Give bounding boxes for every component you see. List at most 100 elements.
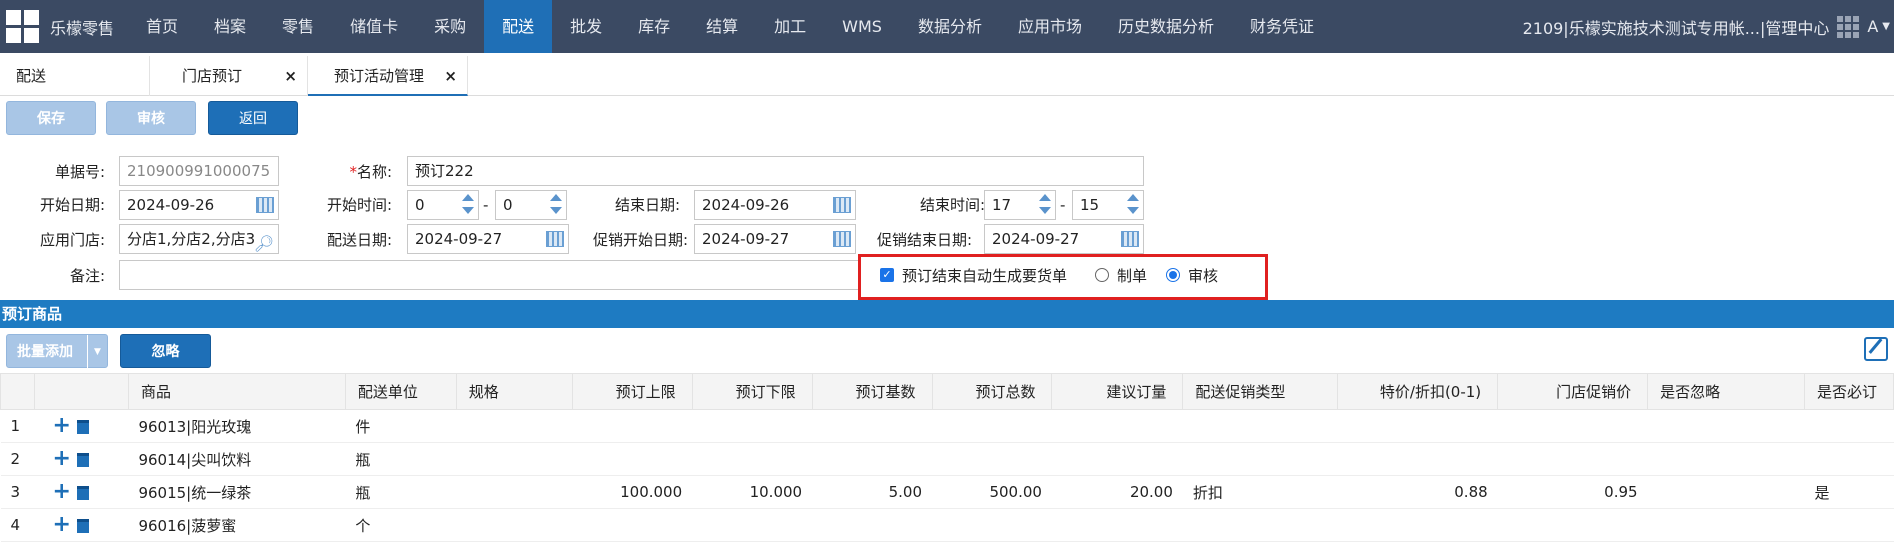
- spinner-icon[interactable]: [462, 194, 474, 216]
- promo-type-cell[interactable]: [1182, 508, 1338, 542]
- product-cell[interactable]: 96015|统一绿茶: [128, 475, 346, 509]
- radio-make[interactable]: 制单: [1095, 265, 1147, 285]
- add-row-icon[interactable]: +: [52, 512, 70, 537]
- nav-item-finance-voucher[interactable]: 财务凭证: [1232, 0, 1332, 53]
- promo-type-cell[interactable]: [1182, 442, 1338, 476]
- column-header-price[interactable]: 特价/折扣(0-1): [1337, 373, 1499, 410]
- suggest-cell[interactable]: [1051, 508, 1183, 542]
- product-cell[interactable]: 96013|阳光玫瑰: [128, 409, 346, 443]
- tab-delivery[interactable]: 配送: [0, 56, 150, 96]
- suggest-cell[interactable]: [1051, 409, 1183, 443]
- column-header[interactable]: [0, 373, 35, 410]
- delete-row-icon[interactable]: [76, 519, 89, 533]
- checkbox-checked-icon[interactable]: ✓: [880, 268, 894, 282]
- add-row-icon[interactable]: +: [52, 413, 70, 438]
- close-icon[interactable]: ×: [444, 56, 457, 96]
- column-header-required[interactable]: 是否必订: [1803, 373, 1894, 410]
- remark-input[interactable]: [119, 260, 859, 290]
- delete-row-icon[interactable]: [76, 420, 89, 434]
- column-header-spec[interactable]: 规格: [455, 373, 573, 410]
- nav-item-app-market[interactable]: 应用市场: [1000, 0, 1100, 53]
- stores-input[interactable]: 分店1,分店2,分店3 🔎︎: [119, 224, 279, 254]
- promo-type-cell[interactable]: 折扣: [1182, 475, 1338, 509]
- edit-icon[interactable]: [1864, 337, 1888, 361]
- spec-cell[interactable]: [456, 442, 573, 476]
- column-header-promo-type[interactable]: 配送促销类型: [1182, 373, 1339, 410]
- store-price-cell[interactable]: [1497, 508, 1648, 542]
- spec-cell[interactable]: [456, 475, 573, 509]
- column-header-product[interactable]: 商品: [127, 373, 346, 410]
- nav-item-wholesale[interactable]: 批发: [552, 0, 620, 53]
- base-cell[interactable]: [812, 409, 933, 443]
- ignored-cell[interactable]: [1647, 475, 1805, 509]
- nav-item-settlement[interactable]: 结算: [688, 0, 756, 53]
- audit-button[interactable]: 审核: [106, 101, 196, 135]
- price-cell[interactable]: 0.88: [1337, 475, 1498, 509]
- column-header-suggest[interactable]: 建议订量: [1051, 373, 1184, 410]
- save-button[interactable]: 保存: [6, 101, 96, 135]
- column-header-min[interactable]: 预订下限: [691, 373, 813, 410]
- end-date-input[interactable]: 2024-09-26: [694, 190, 856, 220]
- table-row[interactable]: 1 + 96013|阳光玫瑰 件: [0, 409, 1894, 443]
- min-cell[interactable]: [692, 409, 813, 443]
- delete-row-icon[interactable]: [76, 486, 89, 500]
- end-hour-input[interactable]: 17: [984, 190, 1056, 220]
- account-info[interactable]: 2109|乐檬实施技术测试专用帐...|管理中心: [1523, 15, 1830, 39]
- auto-generate-checkbox[interactable]: ✓ 预订结束自动生成要货单: [880, 265, 1067, 285]
- calendar-icon[interactable]: [833, 231, 851, 247]
- max-cell[interactable]: [572, 508, 693, 542]
- radio-icon[interactable]: [1095, 268, 1109, 282]
- unit-cell[interactable]: 个: [345, 508, 457, 542]
- ignored-cell[interactable]: [1647, 409, 1805, 443]
- max-cell[interactable]: [572, 409, 693, 443]
- total-cell[interactable]: [932, 409, 1052, 443]
- promo-type-cell[interactable]: [1182, 409, 1338, 443]
- chevron-down-icon[interactable]: ▼: [1882, 21, 1890, 32]
- spinner-icon[interactable]: [1127, 194, 1139, 216]
- add-row-icon[interactable]: +: [52, 479, 70, 504]
- table-row[interactable]: 2 + 96014|尖叫饮料 瓶: [0, 442, 1894, 476]
- nav-item-history-analysis[interactable]: 历史数据分析: [1100, 0, 1232, 53]
- store-price-cell[interactable]: 0.95: [1497, 475, 1648, 509]
- start-date-input[interactable]: 2024-09-26: [119, 190, 279, 220]
- end-minute-input[interactable]: 15: [1072, 190, 1144, 220]
- product-cell[interactable]: 96016|菠萝蜜: [128, 508, 346, 542]
- base-cell[interactable]: 5.00: [812, 475, 933, 509]
- price-cell[interactable]: [1337, 442, 1498, 476]
- required-cell[interactable]: 是: [1804, 475, 1894, 509]
- radio-audit[interactable]: 审核: [1166, 265, 1218, 285]
- tab-store-booking[interactable]: 门店预订 ×: [150, 56, 308, 96]
- promo-start-input[interactable]: 2024-09-27: [694, 224, 856, 254]
- nav-item-retail[interactable]: 零售: [264, 0, 332, 53]
- base-cell[interactable]: [812, 508, 933, 542]
- base-cell[interactable]: [812, 442, 933, 476]
- total-cell[interactable]: [932, 508, 1052, 542]
- required-cell[interactable]: [1804, 442, 1894, 476]
- nav-item-processing[interactable]: 加工: [756, 0, 824, 53]
- nav-item-data-analysis[interactable]: 数据分析: [900, 0, 1000, 53]
- unit-cell[interactable]: 瓶: [345, 475, 457, 509]
- ignored-cell[interactable]: [1647, 508, 1805, 542]
- unit-cell[interactable]: 件: [345, 409, 457, 443]
- app-grid-logo-icon[interactable]: [4, 9, 40, 45]
- column-header-base[interactable]: 预订基数: [811, 373, 933, 410]
- calendar-icon[interactable]: [546, 231, 564, 247]
- table-row[interactable]: 4 + 96016|菠萝蜜 个: [0, 508, 1894, 542]
- price-cell[interactable]: [1337, 508, 1498, 542]
- product-cell[interactable]: 96014|尖叫饮料: [128, 442, 346, 476]
- ignore-button[interactable]: 忽略: [120, 334, 211, 368]
- max-cell[interactable]: [572, 442, 693, 476]
- nav-item-stored-value-card[interactable]: 储值卡: [332, 0, 416, 53]
- suggest-cell[interactable]: 20.00: [1051, 475, 1183, 509]
- add-row-icon[interactable]: +: [52, 446, 70, 471]
- table-row[interactable]: 3 + 96015|统一绿茶 瓶 100.000 10.000 5.00 500…: [0, 475, 1894, 509]
- spinner-icon[interactable]: [1039, 194, 1051, 216]
- nav-item-archive[interactable]: 档案: [196, 0, 264, 53]
- search-icon[interactable]: 🔎︎: [254, 230, 274, 253]
- delete-row-icon[interactable]: [76, 453, 89, 467]
- batch-add-button[interactable]: 批量添加 ▼: [6, 334, 108, 369]
- apps-grid-icon[interactable]: [1837, 15, 1860, 38]
- required-cell[interactable]: [1804, 409, 1894, 443]
- total-cell[interactable]: 500.00: [932, 475, 1052, 509]
- store-price-cell[interactable]: [1497, 409, 1648, 443]
